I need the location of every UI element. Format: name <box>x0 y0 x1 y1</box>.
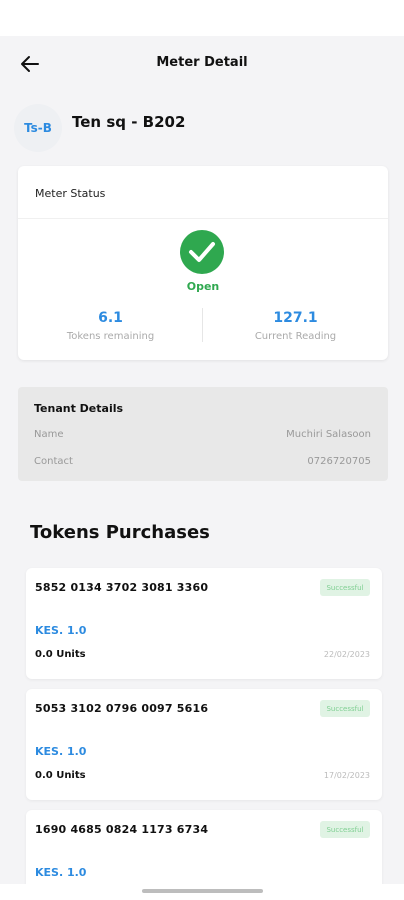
meter-status-card: Meter Status Open 6.1 Tokens remaining 1… <box>18 166 388 360</box>
purchase-amount: KES. 1.0 <box>35 745 87 758</box>
check-circle-icon <box>180 230 224 274</box>
purchase-units: 0.0 Units <box>35 649 86 660</box>
status-badge: Successful <box>320 579 370 596</box>
token-number: 5852 0134 3702 3081 3360 <box>35 581 209 594</box>
tenant-contact-value[interactable]: 0726720705 <box>307 456 371 467</box>
tenant-contact-label: Contact <box>34 456 73 467</box>
tenant-details-title: Tenant Details <box>34 402 124 415</box>
avatar: Ts-B <box>14 104 62 152</box>
purchase-amount: KES. 1.0 <box>35 866 87 879</box>
purchase-amount: KES. 1.0 <box>35 624 87 637</box>
token-number: 1690 4685 0824 1173 6734 <box>35 823 209 836</box>
purchase-date: 17/02/2023 <box>323 771 370 780</box>
tenant-name-label: Name <box>34 429 64 440</box>
tokens-remaining-value: 6.1 <box>98 310 123 326</box>
tenant-details-card: Tenant Details Name Muchiri Salasoon Con… <box>18 387 388 481</box>
status-bar-area <box>0 0 404 36</box>
tenant-name-value: Muchiri Salasoon <box>286 429 371 440</box>
app-header: Meter Detail <box>0 36 404 94</box>
current-reading-value: 127.1 <box>273 310 318 326</box>
purchase-units: 0.0 Units <box>35 770 86 781</box>
status-label: Open <box>186 280 220 293</box>
meter-name: Ten sq - B202 <box>72 113 186 131</box>
status-badge: Successful <box>320 821 370 838</box>
meter-status-heading: Meter Status <box>35 187 106 200</box>
home-indicator[interactable] <box>142 889 263 893</box>
current-reading-label: Current Reading <box>254 331 337 342</box>
tokens-remaining-label: Tokens remaining <box>66 331 155 342</box>
purchase-item[interactable]: 1690 4685 0824 1173 6734 Successful KES.… <box>26 810 382 890</box>
token-number: 5053 3102 0796 0097 5616 <box>35 702 209 715</box>
purchase-date: 22/02/2023 <box>323 650 370 659</box>
purchase-item[interactable]: 5852 0134 3702 3081 3360 Successful KES.… <box>26 568 382 679</box>
page-title: Meter Detail <box>156 55 248 70</box>
section-title: Tokens Purchases <box>30 522 210 543</box>
divider <box>18 218 388 219</box>
purchase-item[interactable]: 5053 3102 0796 0097 5616 Successful KES.… <box>26 689 382 800</box>
status-badge: Successful <box>320 700 370 717</box>
